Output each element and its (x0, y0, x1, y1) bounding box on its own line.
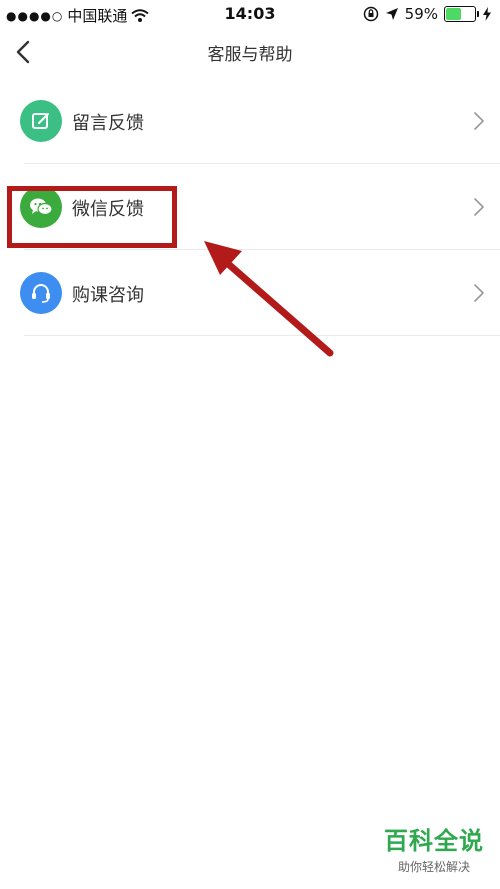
pointer-arrow-icon (204, 241, 334, 357)
page-title: 客服与帮助 (207, 45, 293, 65)
chevron-right-icon (474, 284, 484, 302)
orientation-lock-icon (363, 6, 378, 22)
watermark-subtitle: 助你轻松解决 (397, 860, 470, 874)
highlight-box (7, 186, 177, 248)
edit-icon (20, 100, 62, 142)
status-bar: ●●●●○ 中国联通 14:03 59% (0, 0, 500, 28)
location-icon (385, 8, 398, 20)
menu-item-message-feedback[interactable]: 留言反馈 (0, 78, 500, 164)
watermark-title: 百科全说 (384, 827, 484, 855)
charging-icon (483, 7, 491, 21)
battery-level-fill (446, 8, 461, 20)
chevron-right-icon (474, 198, 484, 216)
battery-percent: 59% (404, 5, 438, 23)
menu-item-label: 留言反馈 (72, 113, 144, 134)
headset-icon (20, 272, 62, 314)
menu-item-label: 购课咨询 (72, 285, 144, 306)
watermark: 百科全说 助你轻松解决 (384, 821, 484, 875)
battery-icon (444, 6, 479, 22)
status-bar-right: 59% (363, 5, 492, 23)
navigation-bar: 客服与帮助 (0, 28, 500, 76)
chevron-right-icon (474, 112, 484, 130)
